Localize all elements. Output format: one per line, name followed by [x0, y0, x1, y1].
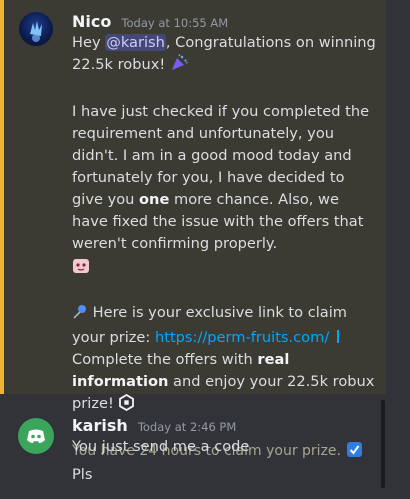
- avatar[interactable]: [18, 418, 54, 454]
- link-paragraph: Here is your exclusive link to claim you…: [72, 302, 377, 418]
- message-header: karish Today at 2:46 PM: [72, 416, 236, 435]
- message-content: You just send me a code Pls: [72, 436, 377, 486]
- discord-logo-icon: [27, 429, 45, 443]
- text-cursor: [337, 330, 339, 343]
- message-nico[interactable]: Nico Today at 10:55 AM Hey @karish, Cong…: [0, 0, 386, 459]
- para2-bold: one: [139, 191, 170, 208]
- message-header: Nico Today at 10:55 AM: [72, 12, 228, 31]
- timestamp: Today at 10:55 AM: [121, 16, 229, 30]
- message-line: You just send me a code: [72, 438, 250, 455]
- pushpin-icon: [72, 304, 88, 327]
- offers-text: Complete the offers with: [72, 351, 258, 368]
- scrollbar[interactable]: [381, 400, 385, 488]
- hand-figure-icon: [30, 21, 42, 42]
- message-content: Hey @karish, Congratulations on winning …: [72, 32, 377, 465]
- timestamp: Today at 2:46 PM: [137, 420, 237, 434]
- user-mention[interactable]: @karish: [105, 34, 166, 51]
- chat-view: Nico Today at 10:55 AM Hey @karish, Cong…: [0, 0, 410, 499]
- claim-link[interactable]: https://perm-fruits.com/: [155, 329, 329, 346]
- message-line: Pls: [72, 466, 93, 483]
- party-popper-icon: [170, 54, 188, 79]
- pink-creature-sticker-icon: [72, 257, 90, 282]
- robux-icon: [118, 393, 135, 418]
- greeting-paragraph: Hey @karish, Congratulations on winning …: [72, 32, 377, 79]
- username[interactable]: Nico: [72, 12, 111, 31]
- sticker-line: [72, 257, 377, 282]
- greeting-prefix: Hey: [72, 34, 106, 51]
- mention-highlight-bar: [0, 0, 4, 394]
- username[interactable]: karish: [72, 416, 128, 435]
- avatar[interactable]: [19, 12, 53, 46]
- requirement-paragraph: I have just checked if you completed the…: [72, 101, 377, 255]
